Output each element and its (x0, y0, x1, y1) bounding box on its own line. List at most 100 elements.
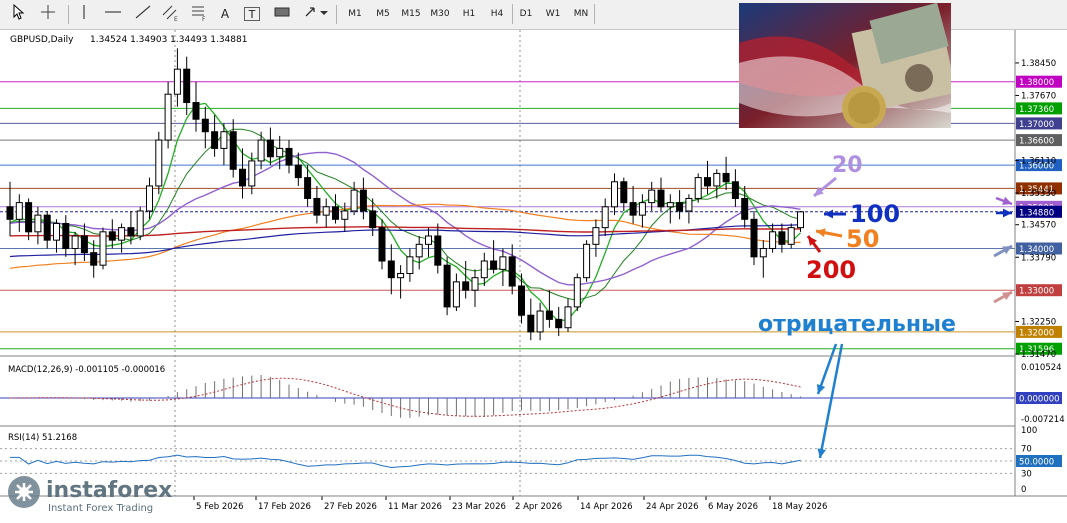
candle-body (173, 68, 181, 95)
ohlc-label: 1.34524 1.34903 1.34493 1.34881 (90, 35, 247, 45)
price-tick-label: 1.36110 (1021, 157, 1056, 167)
macd-axis-label: -0.007214 (1021, 415, 1065, 425)
crosshair-icon[interactable] (38, 4, 58, 24)
candle-body (183, 68, 191, 104)
logo-tagline: Instant Forex Trading (48, 503, 153, 514)
candle-body (6, 206, 14, 220)
candle-body (201, 118, 209, 133)
candle-body (192, 102, 200, 120)
candle-body (34, 214, 42, 233)
fibonacci-icon[interactable]: F (190, 4, 208, 24)
candle-body (583, 243, 591, 279)
ma100-annotation: 100 (850, 200, 900, 228)
date-label: 18 May 2026 (772, 502, 827, 512)
equidistant-channel-icon[interactable]: E (162, 4, 180, 24)
candle-body (694, 177, 702, 199)
candle-body (99, 231, 107, 266)
rsi-axis-label: 30 (1021, 469, 1032, 479)
timeframe-m5[interactable]: M5 (370, 4, 396, 24)
candle-body (638, 202, 646, 216)
candle-body (350, 189, 358, 212)
candle-body (294, 164, 302, 179)
candle-body (545, 310, 553, 320)
macd-label: MACD(12,26,9) -0.001105 -0.000016 (8, 365, 165, 375)
candle-body (620, 181, 628, 204)
candle-body (90, 252, 98, 266)
candle-body (471, 277, 479, 291)
level-price-text: 1.37360 (1019, 105, 1054, 115)
candle-body (369, 210, 377, 229)
vertical-line-icon[interactable] (76, 4, 92, 24)
candle-body (71, 235, 79, 249)
candle-body (108, 231, 116, 241)
candle-body (499, 256, 507, 270)
candle-body (648, 189, 656, 204)
candle-body (731, 181, 739, 199)
candle-body (359, 189, 367, 212)
timeframe-mn[interactable]: MN (568, 4, 595, 24)
trendline-icon[interactable] (134, 4, 152, 24)
currency-flag-image (739, 2, 957, 130)
macd-axis-label: 0.010524 (1021, 363, 1062, 373)
arrows-icon[interactable] (302, 4, 330, 24)
price-tick-label: 1.35330 (1021, 189, 1056, 199)
price-tick-label: 1.37670 (1021, 91, 1056, 101)
candle-body (555, 318, 563, 329)
horizontal-line-icon[interactable] (104, 4, 122, 24)
date-label: 24 Apr 2026 (646, 502, 699, 512)
candle-body (415, 243, 423, 258)
candle-body (118, 227, 126, 241)
timeframe-m30[interactable]: M30 (426, 4, 454, 24)
candle-body (211, 131, 219, 149)
candle-body (387, 260, 395, 279)
date-label: 2 Apr 2026 (515, 502, 562, 512)
candle-body (136, 210, 144, 237)
candle-body (425, 235, 432, 245)
svg-text:F: F (202, 16, 206, 22)
symbol-label: GBPUSD,Daily (10, 35, 74, 45)
timeframe-d1[interactable]: D1 (512, 4, 539, 24)
timeframe-w1[interactable]: W1 (540, 4, 566, 24)
candle-body (406, 256, 414, 275)
candle-body (518, 285, 525, 316)
date-label: 11 Mar 2026 (388, 502, 442, 512)
level-price-text: 1.33000 (1019, 287, 1054, 297)
candle-body (304, 177, 312, 199)
level-price-text: 1.37000 (1019, 120, 1054, 130)
level-price-text: 1.38000 (1019, 78, 1054, 88)
candle-body (741, 197, 749, 220)
timeframe-h1[interactable]: H1 (456, 4, 482, 24)
candle-body (629, 202, 637, 216)
candle-body (676, 202, 684, 212)
candle-body (443, 264, 451, 308)
level-price-text: 1.34880 (1019, 208, 1054, 218)
text-label-button[interactable]: T (244, 7, 260, 21)
candle-body (25, 202, 33, 233)
candle-body (462, 281, 470, 291)
rectangle-icon[interactable] (272, 4, 292, 24)
candle-body (722, 172, 730, 183)
candle-body (564, 306, 572, 329)
cursor-icon[interactable] (10, 3, 26, 24)
candle-body (666, 202, 674, 208)
timeframe-m1[interactable]: M1 (342, 4, 368, 24)
rsi-axis-label: 0 (1021, 485, 1026, 495)
level-price-text: 1.36600 (1019, 137, 1054, 147)
candle-body (601, 206, 609, 229)
candle-body (53, 222, 60, 241)
text-tool-button[interactable]: A (216, 4, 234, 24)
macd-axis-label: 0.000000 (1019, 395, 1060, 405)
price-tick-label: 1.34570 (1021, 221, 1056, 231)
rsi-label: RSI(14) 51.2168 (8, 433, 77, 443)
candle-body (759, 247, 767, 258)
candle-body (397, 273, 405, 279)
timeframe-h4[interactable]: H4 (484, 4, 510, 24)
timeframe-m15[interactable]: M15 (398, 4, 424, 24)
instaforex-logo: instaforex Instant Forex Trading (6, 474, 206, 514)
candle-body (750, 218, 758, 258)
ma50-annotation: 50 (846, 225, 879, 253)
candle-body (657, 189, 665, 208)
price-tick-label: 1.33790 (1021, 253, 1056, 263)
candle-body (313, 197, 321, 216)
candle-body (127, 227, 135, 237)
